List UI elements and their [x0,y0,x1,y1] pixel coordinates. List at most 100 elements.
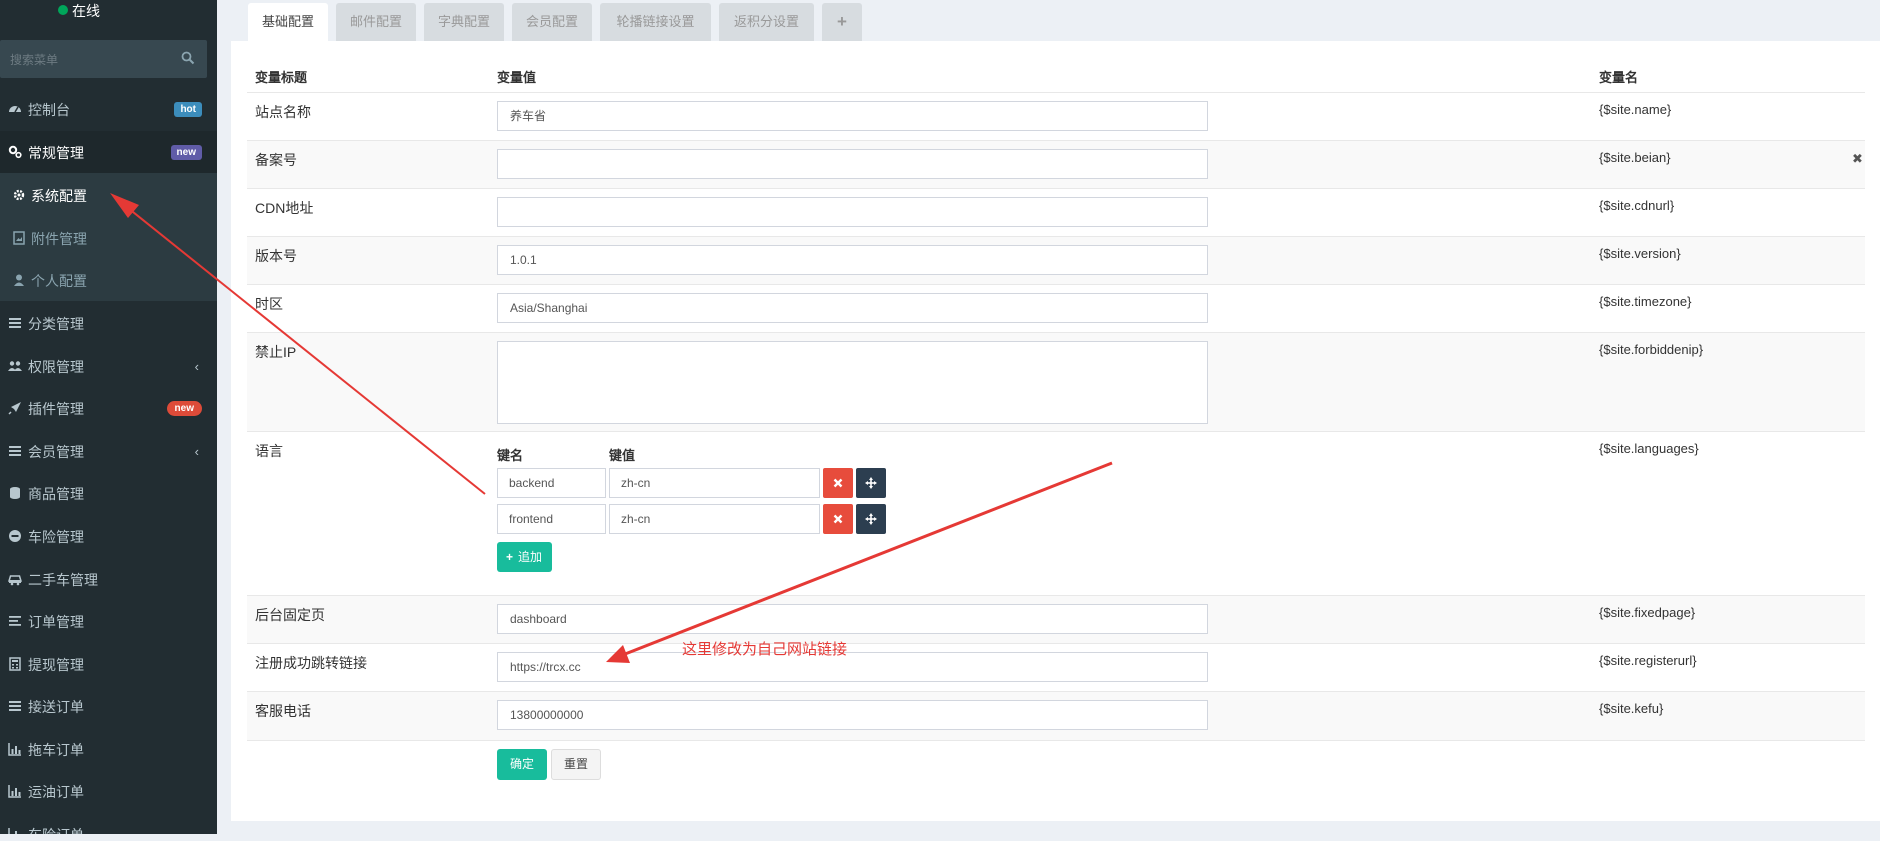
sidebar-item-insurance[interactable]: 车险管理 [0,515,217,557]
sidebar-item-label: 常规管理 [28,145,84,161]
tab-member-config[interactable]: 会员配置 [512,3,592,41]
sidebar-item-insurance-orders[interactable]: 车险订单 [0,813,217,834]
bar-chart-icon [8,828,17,834]
site-name-input[interactable]: 养车省 [497,101,1208,131]
row-title: 禁止IP [255,344,297,360]
plus-icon: + [506,550,514,564]
sidebar-item-label: 车险管理 [28,529,84,545]
append-button[interactable]: + 追加 [497,542,552,572]
cogs-icon [8,145,22,159]
register-url-input[interactable]: https://trcx.cc [497,652,1208,682]
confirm-button[interactable]: 确定 [497,749,547,780]
search-icon[interactable] [181,51,195,65]
header-var-name: 变量名 [1599,70,1639,85]
sidebar-item-label: 拖车订单 [28,742,84,758]
value-header: 键值 [609,448,636,463]
chevron-left-icon: ‹ [194,444,199,459]
remove-row-button[interactable] [823,468,853,498]
forbidden-ip-textarea[interactable] [497,341,1208,424]
sidebar-item-label: 附件管理 [31,231,87,247]
row-title: 备案号 [255,152,297,168]
minus-circle-icon [9,530,21,542]
remove-icon [833,478,843,488]
sidebar-item-goods[interactable]: 商品管理 [0,472,217,514]
lang-value-input[interactable]: zh-cn [609,468,820,498]
sidebar-item-general[interactable]: 常规管理 new [0,131,217,173]
menu-search-input[interactable]: 搜索菜单 [0,40,207,78]
rocket-icon [8,402,21,415]
table-row: 版本号 1.0.1 {$site.version} [247,236,1865,285]
sidebar-item-dashboard[interactable]: 控制台 hot [0,88,217,130]
align-left-icon [9,616,21,626]
tab-carousel-links[interactable]: 轮播链接设置 [600,3,711,41]
sidebar-item-withdraw[interactable]: 提现管理 [0,643,217,685]
online-status-dot [58,5,68,15]
row-title: 注册成功跳转链接 [255,655,367,671]
sidebar-item-system-config[interactable]: 系统配置 [0,174,217,216]
row-title: 版本号 [255,248,297,264]
lang-key-input[interactable]: backend [497,468,606,498]
chevron-left-icon: ‹ [194,359,199,374]
group-icon [8,361,22,371]
table-row: CDN地址 {$site.cdnurl} [247,188,1865,237]
reset-button[interactable]: 重置 [551,749,601,780]
sidebar-item-plugins[interactable]: 插件管理 new [0,387,217,429]
new-badge: new [170,145,202,160]
move-icon [865,477,877,489]
sidebar-item-profile[interactable]: 个人配置 [0,259,217,301]
table-row: 站点名称 养车省 {$site.name} [247,92,1865,141]
lang-key-input[interactable]: frontend [497,504,606,534]
fixed-page-input[interactable]: dashboard [497,604,1208,634]
sidebar-item-members[interactable]: 会员管理 ‹ [0,430,217,472]
row-title: 后台固定页 [255,607,325,623]
lang-value-input[interactable]: zh-cn [609,504,820,534]
hot-badge: hot [174,102,202,117]
close-icon[interactable]: ✖ [1852,151,1863,167]
sidebar-item-category[interactable]: 分类管理 [0,302,217,344]
file-image-icon [13,231,25,245]
tab-email-config[interactable]: 邮件配置 [336,3,416,41]
beian-input[interactable] [497,149,1208,179]
annotation-text: 这里修改为自己网站链接 [682,641,848,658]
row-var-name: {$site.forbiddenip} [1599,342,1704,357]
row-title: 语言 [255,443,283,459]
table-row: 备案号 {$site.beian} ✖ [247,140,1865,189]
row-title: 时区 [255,296,283,312]
timezone-input[interactable]: Asia/Shanghai [497,293,1208,323]
row-var-name: {$site.timezone} [1599,294,1692,309]
remove-row-button[interactable] [823,504,853,534]
sidebar: 在线 搜索菜单 控制台 hot 常规管理 new 系统配置 附件管理 个人配置 … [0,0,217,834]
drag-handle-button[interactable] [856,504,886,534]
row-title: 站点名称 [255,104,311,120]
tab-basic-config[interactable]: 基础配置 [248,3,328,41]
sidebar-item-label: 分类管理 [28,316,84,332]
tab-add-button[interactable]: + [822,3,862,41]
user-status: 在线 [0,0,217,20]
row-title: 客服电话 [255,703,311,719]
sidebar-item-shuttle-orders[interactable]: 接送订单 [0,685,217,727]
sidebar-item-label: 系统配置 [31,188,87,204]
user-icon [14,274,24,286]
cdn-url-input[interactable] [497,197,1208,227]
drag-handle-button[interactable] [856,468,886,498]
sidebar-item-auth[interactable]: 权限管理 ‹ [0,345,217,387]
sidebar-item-label: 商品管理 [28,486,84,502]
sidebar-item-used-car[interactable]: 二手车管理 [0,558,217,600]
sidebar-item-orders[interactable]: 订单管理 [0,600,217,642]
tab-points-return[interactable]: 返积分设置 [719,3,814,41]
sidebar-item-attachments[interactable]: 附件管理 [0,217,217,259]
version-input[interactable]: 1.0.1 [497,245,1208,275]
sidebar-item-oil-orders[interactable]: 运油订单 [0,770,217,812]
sidebar-item-label: 二手车管理 [28,572,98,588]
sidebar-item-label: 控制台 [28,102,70,118]
gear-icon [13,189,25,201]
bar-chart-icon [8,785,21,798]
sidebar-item-label: 车险订单 [28,825,84,834]
car-icon [8,575,22,586]
tab-dictionary-config[interactable]: 字典配置 [424,3,504,41]
table-row: 时区 Asia/Shanghai {$site.timezone} [247,284,1865,333]
sidebar-item-label: 订单管理 [28,614,84,630]
row-var-name: {$site.name} [1599,102,1672,117]
sidebar-item-tow-orders[interactable]: 拖车订单 [0,728,217,770]
service-phone-input[interactable]: 13800000000 [497,700,1208,730]
